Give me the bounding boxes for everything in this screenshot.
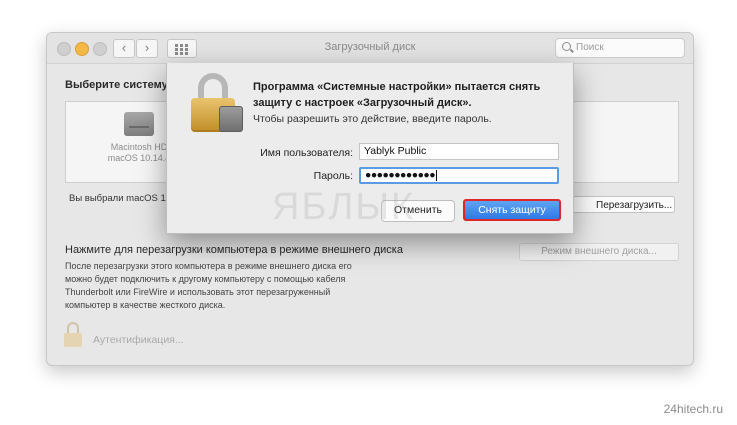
username-field[interactable]: Yablyk Public xyxy=(359,143,559,160)
choose-system-label: Выберите систему xyxy=(65,79,168,91)
title-bar: ‹ › Загрузочный диск Поиск xyxy=(47,33,693,64)
restart-button[interactable]: Перезагрузить... xyxy=(565,196,675,213)
password-field[interactable]: ●●●●●●●●●●●● xyxy=(359,167,559,184)
hard-drive-icon xyxy=(124,112,154,136)
lock-icon[interactable] xyxy=(64,322,82,347)
unlock-button[interactable]: Снять защиту xyxy=(463,199,561,221)
search-input[interactable]: Поиск xyxy=(555,38,685,58)
padlock-icon xyxy=(189,73,243,133)
search-placeholder: Поиск xyxy=(576,42,604,53)
dialog-subtitle: Чтобы разрешить это действие, введите па… xyxy=(253,113,492,125)
authentication-label: Аутентификация... xyxy=(93,334,184,346)
dialog-title: Программа «Системные настройки» пытается… xyxy=(253,81,541,109)
target-disk-mode-button[interactable]: Режим внешнего диска... xyxy=(519,243,679,261)
password-label: Пароль: xyxy=(313,170,353,182)
site-watermark: 24hitech.ru xyxy=(663,402,723,416)
selected-system-text: Вы выбрали macOS 10 xyxy=(69,193,172,204)
search-icon xyxy=(562,42,571,51)
password-dots: ●●●●●●●●●●●● xyxy=(365,169,436,181)
watermark-text: ЯБЛЫК xyxy=(272,186,416,228)
target-mode-title: Нажмите для перезагрузки компьютера в ре… xyxy=(65,244,403,256)
text-caret xyxy=(436,169,438,181)
target-mode-description: После перезагрузки этого компьютера в ре… xyxy=(65,261,352,310)
username-label: Имя пользователя: xyxy=(260,147,353,159)
